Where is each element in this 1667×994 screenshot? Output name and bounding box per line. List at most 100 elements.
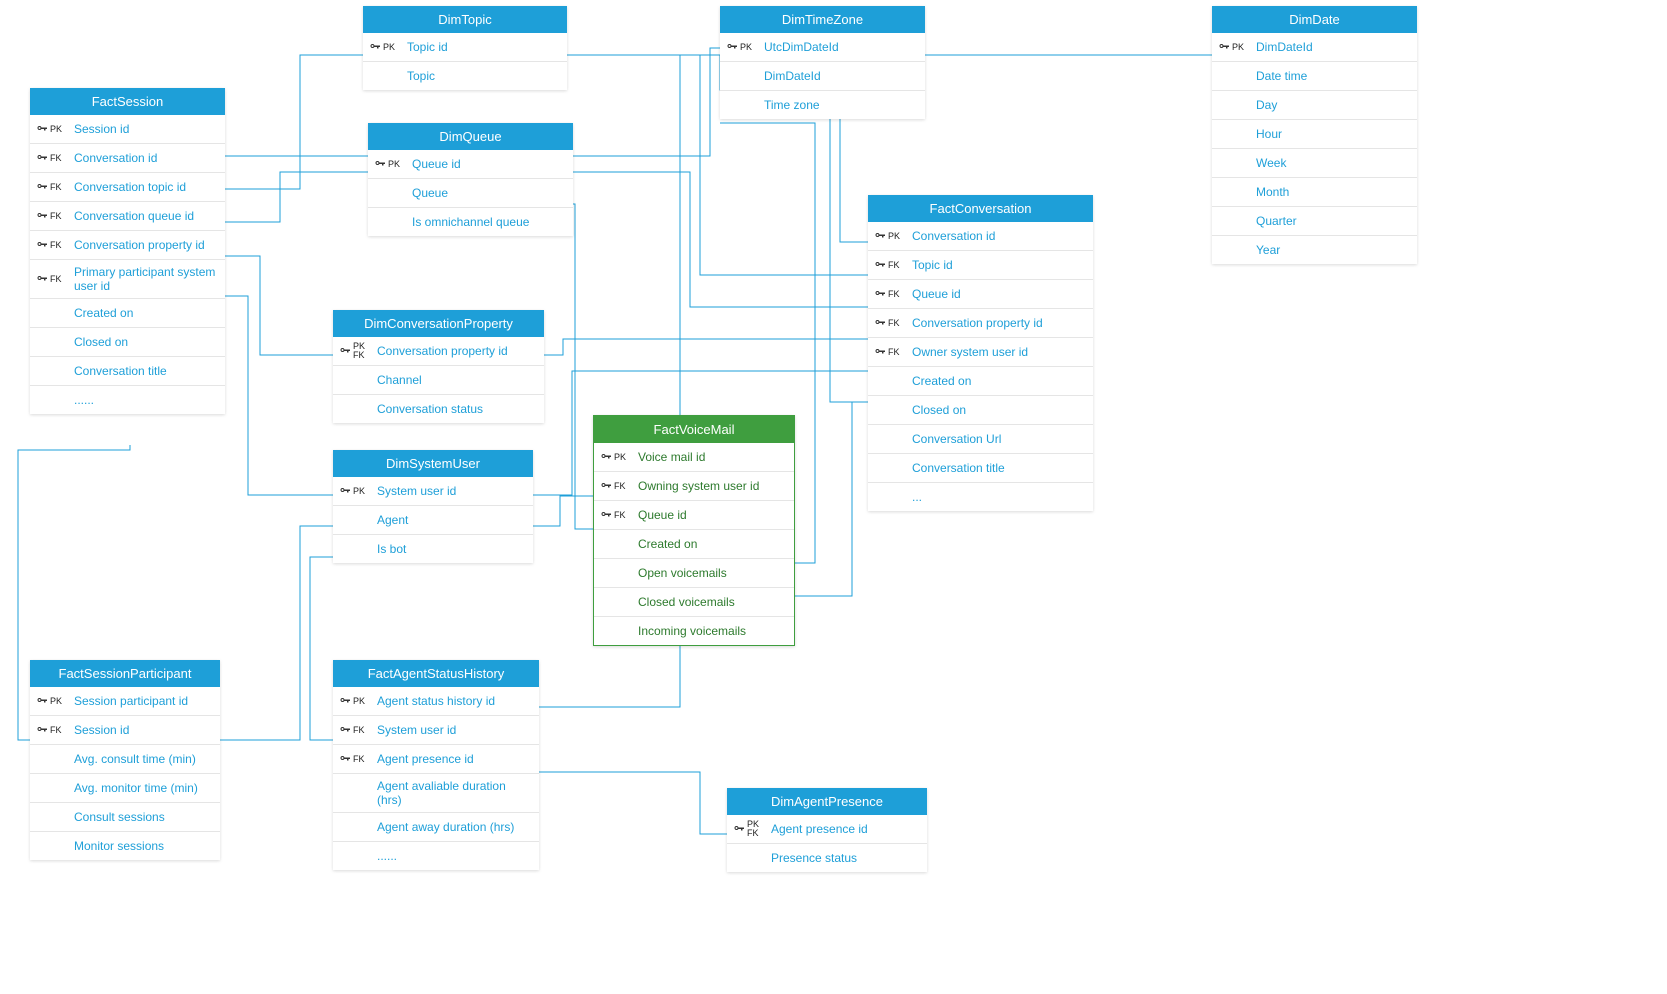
key-col: FK bbox=[874, 346, 912, 358]
column-name: System user id bbox=[377, 723, 531, 737]
entity-row: ...... bbox=[333, 842, 539, 870]
column-name: Quarter bbox=[1256, 214, 1409, 228]
key-label: FK bbox=[50, 154, 62, 163]
entity-dimsystemuser[interactable]: DimSystemUser PKSystem user idAgentIs bo… bbox=[333, 450, 533, 563]
key-label: FK bbox=[353, 755, 365, 764]
key-label: FK bbox=[353, 726, 365, 735]
key-label: PK bbox=[383, 43, 395, 52]
key-col: FK bbox=[36, 724, 74, 736]
column-name: Session participant id bbox=[74, 694, 212, 708]
column-name: Agent away duration (hrs) bbox=[377, 820, 531, 834]
column-name: Conversation title bbox=[74, 364, 217, 378]
entity-row: Is omnichannel queue bbox=[368, 208, 573, 236]
entity-row: Conversation title bbox=[868, 454, 1093, 483]
key-col: PK bbox=[726, 41, 764, 53]
entity-dimagentpresence[interactable]: DimAgentPresence PKFKAgent presence idPr… bbox=[727, 788, 927, 872]
key-col: FK bbox=[874, 288, 912, 300]
entity-row: ...... bbox=[30, 386, 225, 414]
entity-row: Incoming voicemails bbox=[594, 617, 794, 645]
entity-rows: PKFKAgent presence idPresence status bbox=[727, 815, 927, 872]
key-label: PK bbox=[353, 697, 365, 706]
entity-row: Open voicemails bbox=[594, 559, 794, 588]
column-name: Voice mail id bbox=[638, 450, 786, 464]
entity-rows: PKAgent status history idFKSystem user i… bbox=[333, 687, 539, 870]
key-label: FK bbox=[888, 348, 900, 357]
key-col: PKFK bbox=[733, 820, 771, 838]
entity-row: Agent away duration (hrs) bbox=[333, 813, 539, 842]
entity-row: Agent bbox=[333, 506, 533, 535]
entity-factconversation[interactable]: FactConversation PKConversation idFKTopi… bbox=[868, 195, 1093, 511]
key-col: FK bbox=[600, 480, 638, 492]
entity-dimtimezone[interactable]: DimTimeZone PKUtcDimDateIdDimDateIdTime … bbox=[720, 6, 925, 119]
key-col: PK bbox=[1218, 41, 1256, 53]
entity-dimtopic[interactable]: DimTopic PKTopic idTopic bbox=[363, 6, 567, 90]
entity-row: FKConversation topic id bbox=[30, 173, 225, 202]
entity-row: FKConversation queue id bbox=[30, 202, 225, 231]
entity-rows: PKVoice mail idFKOwning system user idFK… bbox=[594, 443, 794, 645]
key-col: FK bbox=[36, 152, 74, 164]
column-name: Agent avaliable duration (hrs) bbox=[377, 779, 531, 807]
entity-title: DimConversationProperty bbox=[333, 310, 544, 337]
column-name: Is omnichannel queue bbox=[412, 215, 565, 229]
column-name: Incoming voicemails bbox=[638, 624, 786, 638]
column-name: Year bbox=[1256, 243, 1409, 257]
entity-dimdate[interactable]: DimDate PKDimDateIdDate timeDayHourWeekM… bbox=[1212, 6, 1417, 264]
entity-rows: PKConversation idFKTopic idFKQueue idFKC… bbox=[868, 222, 1093, 511]
entity-row: Closed on bbox=[30, 328, 225, 357]
column-name: Created on bbox=[638, 537, 786, 551]
column-name: Month bbox=[1256, 185, 1409, 199]
entity-rows: PKFKConversation property idChannelConve… bbox=[333, 337, 544, 423]
column-name: Avg. consult time (min) bbox=[74, 752, 212, 766]
key-label: PK bbox=[388, 160, 400, 169]
entity-row: Closed on bbox=[868, 396, 1093, 425]
entity-row: PKTopic id bbox=[363, 33, 567, 62]
column-name: Channel bbox=[377, 373, 536, 387]
key-col: PK bbox=[874, 230, 912, 242]
entity-rows: PKDimDateIdDate timeDayHourWeekMonthQuar… bbox=[1212, 33, 1417, 264]
key-col: PK bbox=[36, 695, 74, 707]
key-label: PKFK bbox=[747, 820, 759, 838]
entity-title: FactSessionParticipant bbox=[30, 660, 220, 687]
entity-factsessionparticipant[interactable]: FactSessionParticipant PKSession partici… bbox=[30, 660, 220, 860]
entity-row: Conversation status bbox=[333, 395, 544, 423]
entity-dimqueue[interactable]: DimQueue PKQueue idQueueIs omnichannel q… bbox=[368, 123, 573, 236]
entity-title: DimSystemUser bbox=[333, 450, 533, 477]
column-name: Closed on bbox=[74, 335, 217, 349]
entity-dimconversationproperty[interactable]: DimConversationProperty PKFKConversation… bbox=[333, 310, 544, 423]
entity-rows: PKSystem user idAgentIs bot bbox=[333, 477, 533, 563]
column-name: Conversation property id bbox=[912, 316, 1085, 330]
key-label: PK bbox=[888, 232, 900, 241]
entity-row: Queue bbox=[368, 179, 573, 208]
entity-row: PKFK Agent presence id bbox=[727, 815, 927, 844]
entity-row: Week bbox=[1212, 149, 1417, 178]
column-name: Agent presence id bbox=[771, 822, 919, 836]
key-col: PK bbox=[339, 695, 377, 707]
column-name: Queue id bbox=[912, 287, 1085, 301]
entity-factagentstatushistory[interactable]: FactAgentStatusHistory PKAgent status hi… bbox=[333, 660, 539, 870]
entity-factvoicemail[interactable]: FactVoiceMail PKVoice mail idFKOwning sy… bbox=[593, 415, 795, 646]
entity-row: Avg. monitor time (min) bbox=[30, 774, 220, 803]
entity-title: FactVoiceMail bbox=[594, 416, 794, 443]
entity-row: PKConversation id bbox=[868, 222, 1093, 251]
key-label: FK bbox=[888, 261, 900, 270]
column-name: Topic id bbox=[912, 258, 1085, 272]
key-col: FK bbox=[36, 181, 74, 193]
entity-factsession[interactable]: FactSession PKSession idFKConversation i… bbox=[30, 88, 225, 414]
column-name: Queue id bbox=[412, 157, 565, 171]
key-label: FK bbox=[50, 726, 62, 735]
column-name: UtcDimDateId bbox=[764, 40, 917, 54]
key-label: PK bbox=[614, 453, 626, 462]
key-col: PK bbox=[600, 451, 638, 463]
entity-row: Topic bbox=[363, 62, 567, 90]
column-name: Avg. monitor time (min) bbox=[74, 781, 212, 795]
entity-row: PK UtcDimDateId bbox=[720, 33, 925, 62]
key-label: PK bbox=[1232, 43, 1244, 52]
entity-row: FKConversation property id bbox=[868, 309, 1093, 338]
key-label: PK bbox=[740, 43, 752, 52]
entity-row: Monitor sessions bbox=[30, 832, 220, 860]
entity-row: FK Topic id bbox=[868, 251, 1093, 280]
entity-row: Day bbox=[1212, 91, 1417, 120]
entity-row: Year bbox=[1212, 236, 1417, 264]
entity-row: FKQueue id bbox=[868, 280, 1093, 309]
column-name: Conversation status bbox=[377, 402, 536, 416]
